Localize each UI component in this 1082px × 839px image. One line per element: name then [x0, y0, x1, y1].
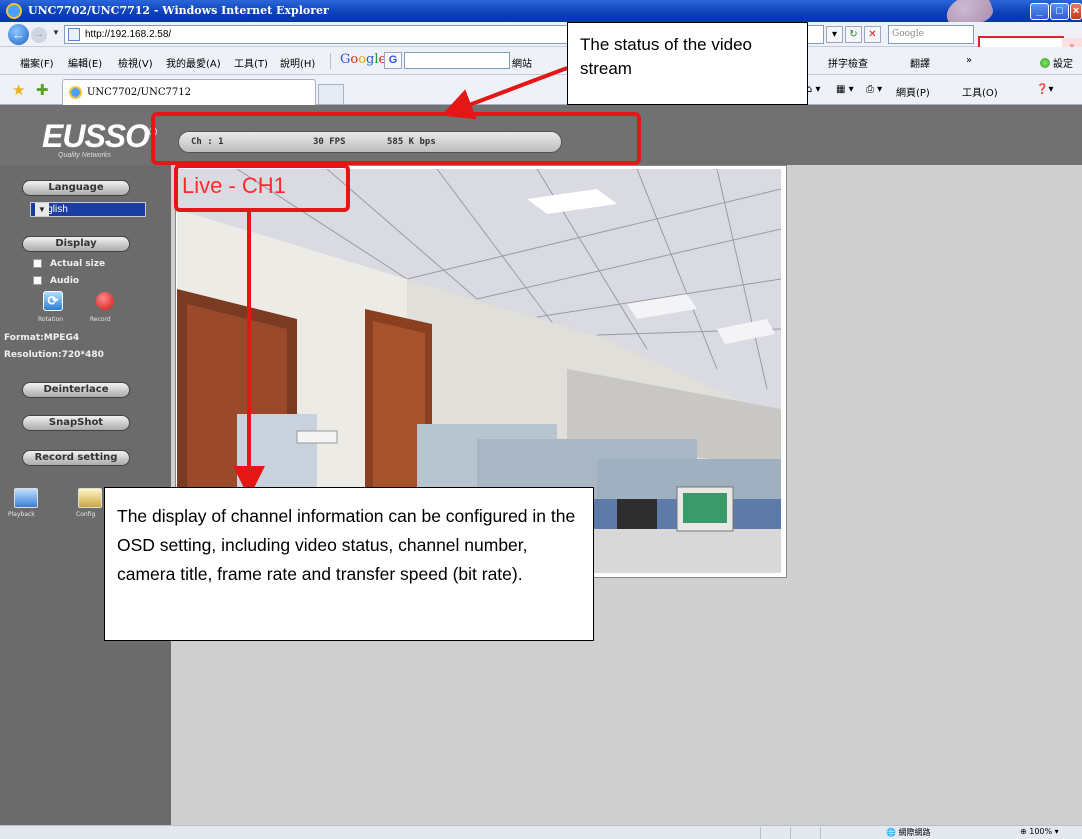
- zoom-level[interactable]: ⊕ 100% ▾: [1020, 827, 1059, 836]
- address-dropdown-button[interactable]: ▾: [826, 26, 843, 43]
- forward-button[interactable]: →: [31, 27, 47, 43]
- window-title: UNC7702/UNC7712 - Windows Internet Explo…: [28, 4, 329, 17]
- actual-size-label: Actual size: [50, 259, 106, 269]
- add-favorite-icon[interactable]: ✚: [36, 81, 49, 99]
- menu-edit[interactable]: 編輯(E): [68, 55, 102, 70]
- status-separator: [820, 827, 821, 839]
- status-bar: 🌐 網際網路 ⊕ 100% ▾: [0, 825, 1082, 839]
- tab-title: UNC7702/UNC7712: [87, 87, 191, 98]
- language-select[interactable]: English ▼: [30, 202, 146, 217]
- osd-info-callout: The display of channel information can b…: [104, 487, 594, 641]
- maximize-button[interactable]: □: [1050, 3, 1069, 20]
- config-icon[interactable]: [78, 488, 102, 508]
- zone-text: 網際網路: [898, 828, 931, 837]
- menu-help[interactable]: 說明(H): [280, 55, 315, 70]
- stop-button[interactable]: ✕: [864, 26, 881, 43]
- settings-button[interactable]: 設定: [1053, 55, 1073, 70]
- stream-status-callout: The status of the video stream: [567, 22, 808, 105]
- title-bar: UNC7702/UNC7712 - Windows Internet Explo…: [0, 0, 1082, 33]
- google-toolbar-logo: Google: [340, 52, 387, 67]
- display-button[interactable]: Display: [22, 236, 130, 252]
- osd-text-highlight: [174, 164, 350, 212]
- audio-checkbox[interactable]: [33, 276, 42, 285]
- rotation-icon[interactable]: ⟳: [43, 291, 63, 311]
- minimize-button[interactable]: _: [1030, 3, 1049, 20]
- record-label: Record: [90, 316, 111, 323]
- audio-label: Audio: [50, 276, 80, 286]
- tab-ie-icon: [69, 86, 82, 99]
- favorites-star-icon[interactable]: ★: [12, 81, 25, 99]
- translate-button[interactable]: 翻譯: [910, 55, 930, 70]
- rotation-label: Rotation: [38, 316, 64, 323]
- ie-logo-icon: [6, 3, 22, 19]
- google-menu-button[interactable]: G: [384, 52, 402, 69]
- help-icon[interactable]: ❓▾: [1036, 84, 1053, 95]
- language-button[interactable]: Language: [22, 180, 130, 196]
- home-icon[interactable]: ⌂ ▾: [806, 84, 821, 95]
- menu-bar: 檔案(F) 編輯(E) 檢視(V) 我的最愛(A) 工具(T) 說明(H) Go…: [0, 47, 1082, 75]
- format-info: Format:MPEG4: [4, 333, 80, 343]
- logo-tagline: Quality Networks: [58, 152, 111, 159]
- record-setting-button[interactable]: Record setting: [22, 450, 130, 466]
- history-dropdown-icon[interactable]: ▼: [52, 28, 60, 37]
- back-button[interactable]: ←: [8, 24, 29, 45]
- snapshot-button[interactable]: SnapShot: [22, 415, 130, 431]
- print-icon[interactable]: ⎙ ▾: [866, 84, 882, 95]
- settings-status-icon: [1040, 58, 1050, 68]
- menu-separator: [330, 53, 331, 69]
- google-toolbar-input[interactable]: [404, 52, 510, 69]
- playback-icon[interactable]: [14, 488, 38, 508]
- toolbar-overflow-button[interactable]: »: [966, 55, 972, 66]
- record-icon[interactable]: [96, 292, 114, 310]
- close-button[interactable]: ×: [1070, 3, 1082, 20]
- chevron-down-icon[interactable]: ▼: [35, 203, 49, 216]
- browser-search-input[interactable]: Google: [888, 25, 974, 44]
- spellcheck-button[interactable]: 拼字檢查: [828, 55, 868, 70]
- menu-file[interactable]: 檔案(F): [20, 55, 54, 70]
- refresh-button[interactable]: ↻: [845, 26, 862, 43]
- tools-menu[interactable]: 工具(O): [962, 84, 998, 99]
- search-placeholder: Google: [892, 29, 924, 39]
- feeds-icon[interactable]: ▦ ▾: [836, 84, 854, 95]
- page-icon: [68, 28, 80, 41]
- menu-tools[interactable]: 工具(T): [234, 55, 268, 70]
- address-bar: ← → ▼ http://192.168.2.58/ ▾ ↻ ✕ Google: [0, 22, 1082, 47]
- zoom-text: 100%: [1029, 827, 1053, 836]
- logo-text: EUSSO: [42, 118, 150, 154]
- google-go-label[interactable]: 網站: [512, 55, 532, 70]
- resolution-info: Resolution:720*480: [4, 350, 104, 360]
- url-text: http://192.168.2.58/: [85, 29, 172, 40]
- status-separator: [790, 827, 791, 839]
- status-separator: [760, 827, 761, 839]
- page-menu[interactable]: 網頁(P): [896, 84, 930, 99]
- deinterlace-button[interactable]: Deinterlace: [22, 382, 130, 398]
- config-label: Config: [76, 511, 96, 518]
- eusso-logo: EUSSO®: [42, 118, 157, 155]
- tab-active[interactable]: UNC7702/UNC7712: [62, 79, 316, 105]
- new-tab-button[interactable]: [318, 84, 344, 104]
- menu-favorites[interactable]: 我的最愛(A): [166, 55, 221, 70]
- tab-bar: ★ ✚ UNC7702/UNC7712 ⌂ ▾ ▦ ▾ ⎙ ▾ 網頁(P) 工具…: [0, 75, 1082, 105]
- playback-label: Playback: [8, 511, 35, 518]
- actual-size-checkbox[interactable]: [33, 259, 42, 268]
- stream-status-highlight: [151, 112, 641, 165]
- menu-view[interactable]: 檢視(V): [118, 55, 153, 70]
- internet-zone-label: 🌐 網際網路: [886, 828, 931, 837]
